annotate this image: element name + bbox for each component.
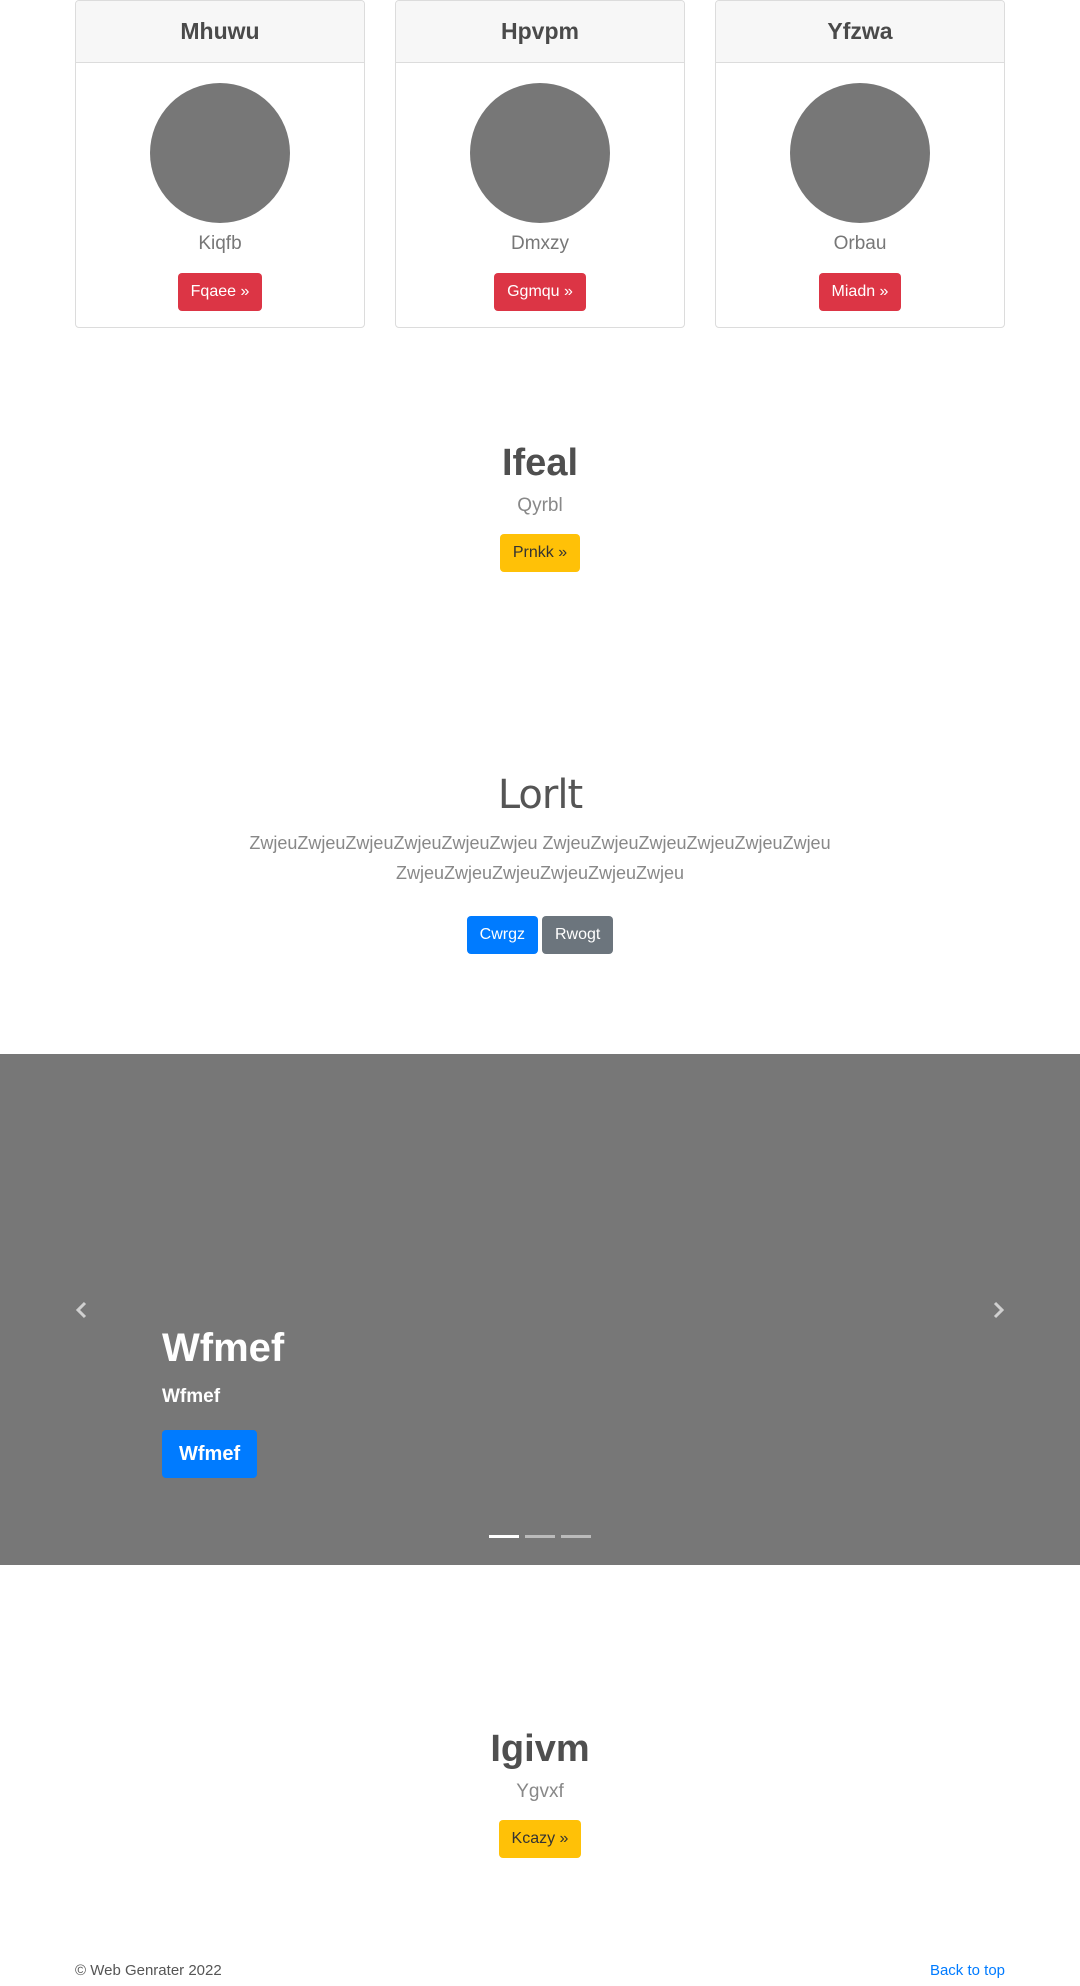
card-action-button[interactable]: Fqaee » [177,273,263,311]
chevron-left-icon [75,1301,87,1319]
carousel-next-button[interactable] [978,1290,1018,1330]
avatar-image [790,83,930,223]
copyright-text: © Web Genrater 2022 [75,1962,222,1979]
carousel-caption: Wfmef Wfmef Wfmef [162,1326,284,1478]
card-title: Yfzwa [716,1,1004,63]
secondary-button[interactable]: Rwogt [541,916,614,954]
feature-button[interactable]: Prnkk » [499,534,581,572]
feature-text: Ygvxf [516,1781,564,1802]
card-group: Mhuwu Kiqfb Fqaee » Hpvpm Dmxzy Ggmqu » … [75,0,1005,328]
back-to-top-link[interactable]: Back to top [930,1962,1005,1979]
carousel-indicator[interactable] [489,1535,519,1538]
card-action-button[interactable]: Ggmqu » [494,273,586,311]
feature-button[interactable]: Kcazy » [498,1820,582,1858]
carousel-indicator[interactable] [525,1535,555,1538]
carousel-indicators [0,1535,1080,1538]
card-subtitle: Dmxzy [510,233,570,254]
chevron-right-icon [993,1301,1005,1319]
card: Yfzwa Orbau Miadn » [715,0,1005,328]
avatar-image [150,83,290,223]
avatar-image [470,83,610,223]
carousel-text: Wfmef [162,1386,221,1407]
jumbotron-lead: ZwjeuZwjeuZwjeuZwjeuZwjeuZwjeu ZwjeuZwje… [249,833,831,883]
carousel: Wfmef Wfmef Wfmef [0,1054,1080,1565]
card-title: Hpvpm [396,1,684,63]
carousel-indicator[interactable] [561,1535,591,1538]
feature-section: Ifeal Qyrbl Prnkk » [0,442,1080,572]
card: Hpvpm Dmxzy Ggmqu » [395,0,685,328]
card: Mhuwu Kiqfb Fqaee » [75,0,365,328]
carousel-heading: Wfmef [162,1326,285,1370]
carousel-prev-button[interactable] [62,1290,102,1330]
feature-text: Qyrbl [517,495,563,516]
carousel-button[interactable]: Wfmef [162,1430,258,1478]
feature-heading: Ifeal [501,442,579,484]
jumbotron-buttons: Cwrgz Rwogt [0,916,1080,954]
jumbotron-heading: Lorlt [497,772,583,818]
feature-section: Igivm Ygvxf Kcazy » [0,1728,1080,1858]
card-subtitle: Kiqfb [198,233,242,254]
jumbotron: Lorlt ZwjeuZwjeuZwjeuZwjeuZwjeuZwjeu Zwj… [0,772,1080,954]
card-subtitle: Orbau [833,233,887,254]
card-title: Mhuwu [76,1,364,63]
card-action-button[interactable]: Miadn » [818,273,902,311]
primary-button[interactable]: Cwrgz [466,916,538,954]
feature-heading: Igivm [490,1728,590,1770]
